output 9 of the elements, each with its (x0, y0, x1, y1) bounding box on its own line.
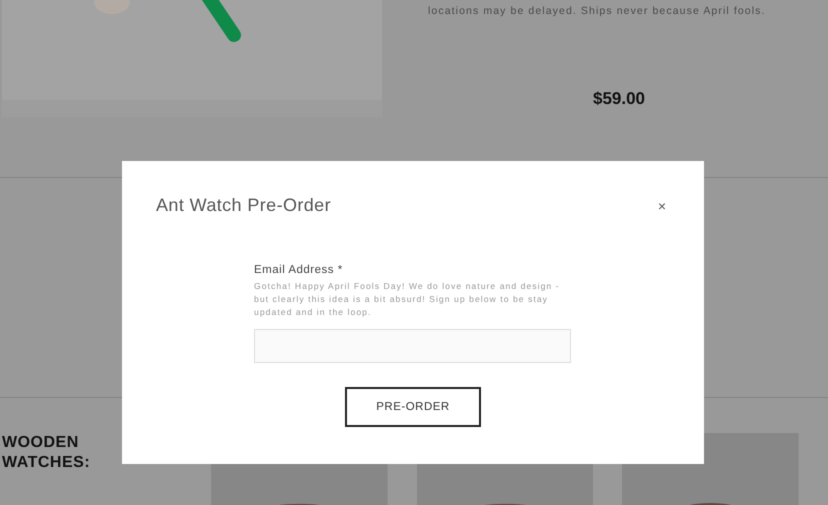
email-input-field[interactable] (254, 329, 571, 363)
help-text: Gotcha! Happy April Fools Day! We do love nature and design - but clearly this idea is a bit absurd! Sign up below to be stay updated and in the loop. (254, 280, 561, 319)
product-price: $59.00 (593, 89, 646, 109)
section-heading: WOODEN WATCHES: (2, 433, 92, 473)
modal-title: Ant Watch Pre-Order (156, 195, 331, 216)
close-button[interactable]: × (658, 198, 666, 214)
field-label: Email Address * (254, 264, 344, 276)
product-note: locations may be delayed. Ships never because April fools. (428, 5, 767, 17)
pre-order-button[interactable]: PRE-ORDER (345, 387, 481, 427)
